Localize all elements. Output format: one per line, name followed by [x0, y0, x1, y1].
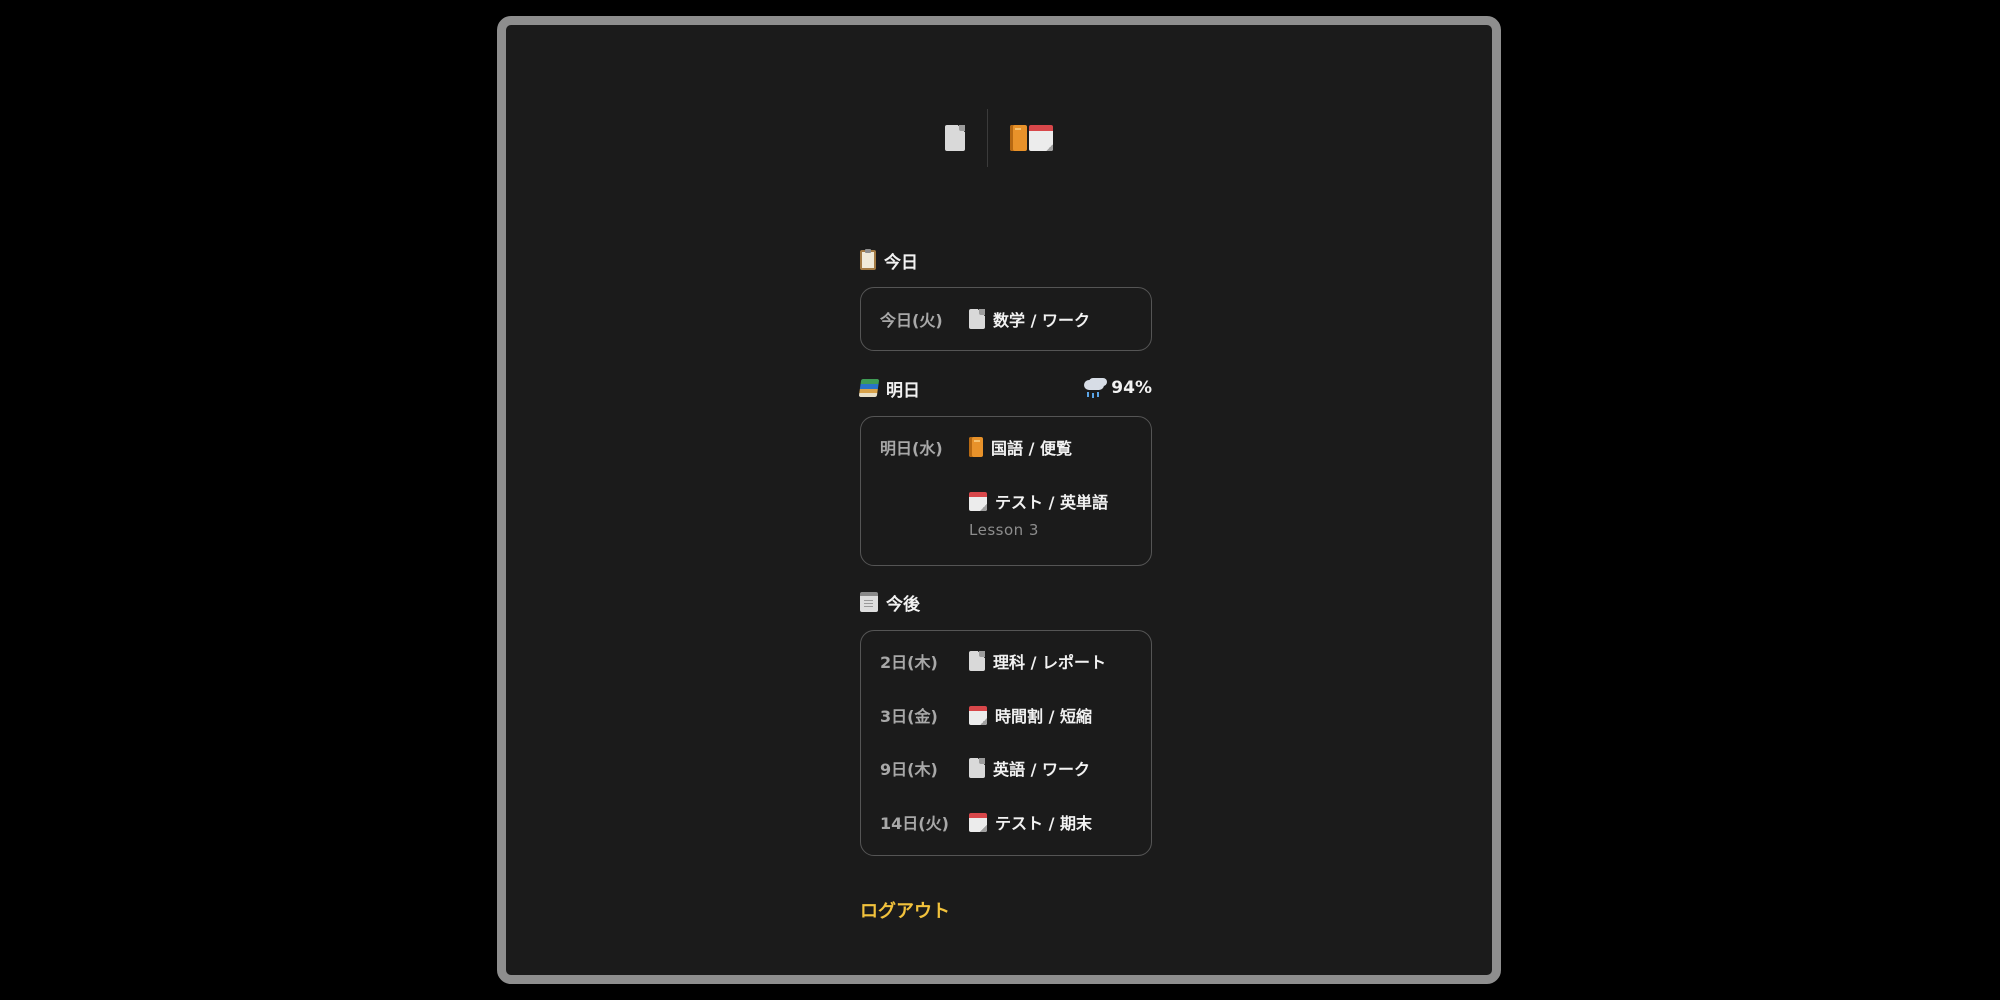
list-item: 3日(金) 時間割 / 短縮 [861, 702, 1151, 728]
page-icon [945, 125, 965, 151]
page-icon [969, 309, 985, 329]
task-note: Lesson 3 [969, 521, 1039, 539]
item-date: 今日(火) [880, 311, 943, 330]
section-today-header: 今日 [860, 247, 1152, 273]
item-date: 2日(木) [880, 653, 938, 672]
section-upcoming-header: 今後 [860, 589, 1152, 615]
page-icon [969, 651, 985, 671]
task-text: テスト / 期末 [995, 814, 1092, 833]
schedule-view-button[interactable] [988, 109, 1075, 167]
books-icon [858, 379, 880, 397]
task-item[interactable]: テスト / 英単語 [969, 489, 1108, 513]
task-text: 英語 / ワーク [993, 760, 1090, 779]
section-upcoming-title: 今後 [886, 594, 920, 615]
list-item: 今日(火) 数学 / ワーク [861, 306, 1151, 332]
list-item: 14日(火) テスト / 期末 [861, 809, 1151, 835]
task-text: テスト / 英単語 [995, 493, 1108, 512]
item-date: 9日(木) [880, 760, 938, 779]
toolbar [506, 109, 1492, 167]
task-item[interactable]: 数学 / ワーク [969, 307, 1090, 331]
task-item[interactable]: 英語 / ワーク [969, 756, 1090, 780]
page-icon [969, 758, 985, 778]
list-item: 2日(木) 理科 / レポート [861, 648, 1151, 674]
calendar-icon [969, 491, 987, 511]
task-item[interactable]: 国語 / 便覧 [969, 435, 1072, 459]
list-item: 9日(木) 英語 / ワーク [861, 755, 1151, 781]
calendar-icon [969, 705, 987, 725]
item-date: 14日(火) [880, 814, 949, 833]
section-tomorrow-title: 明日 [886, 380, 920, 401]
tomorrow-card: 明日(水) 国語 / 便覧 テスト / 英単語 Lesson 3 [860, 416, 1152, 566]
task-text: 時間割 / 短縮 [995, 707, 1092, 726]
upcoming-card: 2日(木) 理科 / レポート 3日(金) 時間割 / 短縮 9日(木) 英語 … [860, 630, 1152, 856]
book-icon [969, 437, 983, 457]
today-card: 今日(火) 数学 / ワーク [860, 287, 1152, 351]
section-tomorrow-header: 明日 94% [858, 375, 1152, 401]
task-item[interactable]: 時間割 / 短縮 [969, 703, 1092, 727]
rain-cloud-icon [1083, 377, 1105, 399]
list-item: 明日(水) 国語 / 便覧 [861, 434, 1151, 460]
calendar-icon [969, 812, 987, 832]
task-item[interactable]: テスト / 期末 [969, 810, 1092, 834]
task-item[interactable]: 理科 / レポート [969, 649, 1106, 673]
task-text: 理科 / レポート [993, 653, 1106, 672]
section-today-title: 今日 [884, 252, 918, 273]
book-icon [1010, 125, 1027, 151]
app-window: 今日 今日(火) 数学 / ワーク 明日 94% 明日(水) 国語 / 便覧 テ… [497, 16, 1501, 984]
homework-view-button[interactable] [923, 109, 987, 167]
notepad-icon [860, 592, 878, 612]
rain-probability: 94% [1111, 378, 1152, 398]
list-item: テスト / 英単語 [861, 488, 1151, 514]
logout-link[interactable]: ログアウト [860, 897, 950, 923]
task-text: 数学 / ワーク [993, 311, 1090, 330]
task-text: 国語 / 便覧 [991, 439, 1072, 458]
calendar-icon [1029, 125, 1053, 151]
item-date: 3日(金) [880, 707, 938, 726]
weather-forecast: 94% [1083, 377, 1152, 399]
item-date: 明日(水) [880, 439, 943, 458]
clipboard-icon [860, 249, 876, 270]
